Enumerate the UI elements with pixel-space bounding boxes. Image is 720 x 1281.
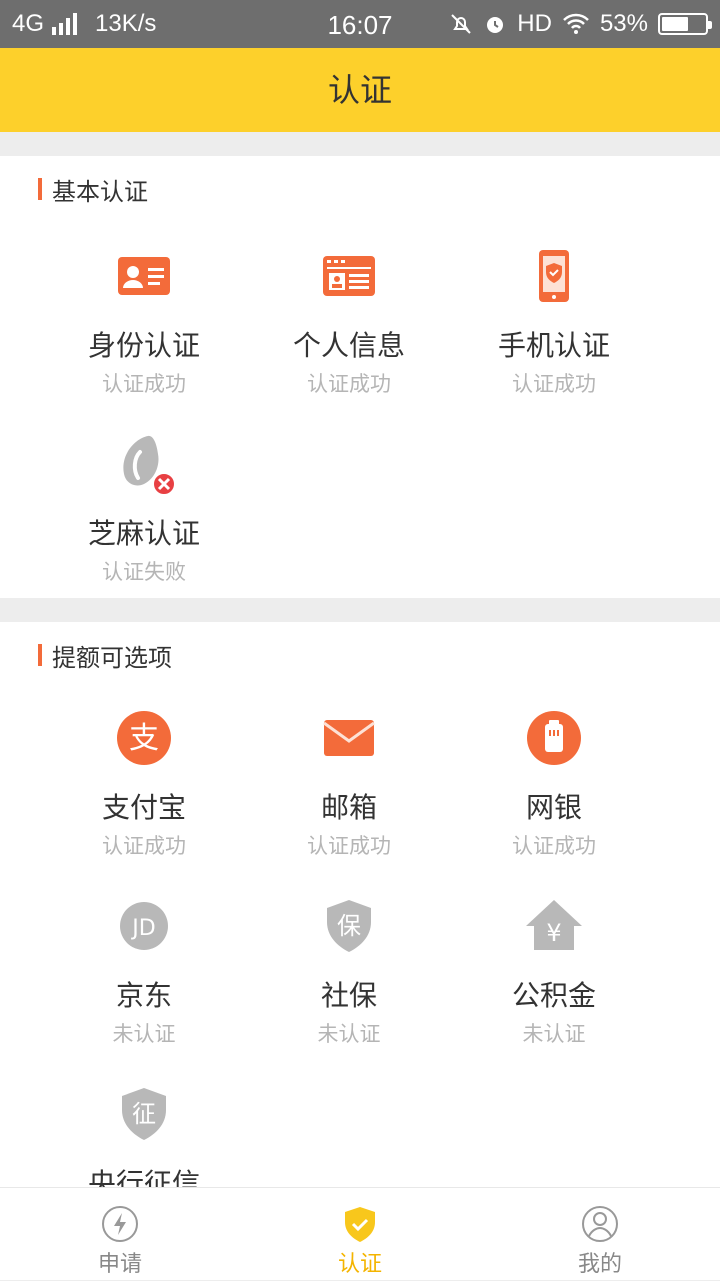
bank-card-icon	[522, 706, 586, 770]
jd-icon: JD	[112, 894, 176, 958]
alipay-glyph: 支	[129, 721, 159, 756]
optional-auth-section: 提额可选项 支 支付宝 认证成功 邮箱 认证成功 网银 认证成功 JD 京东 未…	[0, 622, 720, 1187]
tile-alipay[interactable]: 支 支付宝 认证成功	[34, 706, 254, 860]
tile-status: 未认证	[112, 1022, 176, 1046]
mail-icon	[317, 706, 381, 770]
tile-id-auth[interactable]: 身份认证 认证成功	[34, 244, 254, 398]
shield-check-icon	[340, 1204, 380, 1244]
basic-auth-section: 基本认证 身份认证 认证成功 个人信息 认证成功 手机认证 认证成功 芝麻认证 …	[0, 156, 720, 598]
tile-online-bank[interactable]: 网银 认证成功	[444, 706, 664, 860]
tile-label: 邮箱	[320, 791, 377, 824]
tile-status: 认证成功	[102, 834, 186, 858]
section-title: 提额可选项	[38, 638, 172, 673]
tile-status: 认证成功	[307, 834, 391, 858]
tile-personal-info[interactable]: 个人信息 认证成功	[239, 244, 459, 398]
housing-fund-icon: ¥	[522, 894, 586, 958]
alarm-icon	[487, 17, 504, 33]
tab-apply[interactable]: 申请	[0, 1188, 240, 1281]
tile-housing-fund[interactable]: ¥ 公积金 未认证	[444, 894, 664, 1048]
tile-label: 芝麻认证	[87, 517, 200, 550]
tile-label: 公积金	[511, 979, 596, 1012]
tile-social-security[interactable]: 保 社保 未认证	[239, 894, 459, 1048]
tile-phone-auth[interactable]: 手机认证 认证成功	[444, 244, 664, 398]
bottom-tab-bar: 申请 认证 我的	[0, 1187, 720, 1280]
tile-status: 认证失败	[102, 560, 186, 584]
page-title: 认证	[0, 48, 720, 132]
tile-credit-report[interactable]: 征 央行征信	[34, 1082, 254, 1187]
tab-mine[interactable]: 我的	[480, 1188, 720, 1281]
tab-label: 认证	[337, 1252, 382, 1277]
id-card-icon	[112, 244, 176, 308]
phone-icon	[522, 244, 586, 308]
tile-label: 支付宝	[101, 791, 186, 824]
alipay-icon: 支	[112, 706, 176, 770]
tile-jd[interactable]: JD 京东 未认证	[34, 894, 254, 1048]
tile-sesame-auth[interactable]: 芝麻认证 认证失败	[34, 432, 254, 586]
hd-label: HD	[517, 10, 552, 37]
battery-icon	[658, 13, 712, 35]
tile-status: 未认证	[522, 1022, 586, 1046]
tile-status: 认证成功	[307, 372, 391, 396]
tile-mail[interactable]: 邮箱 认证成功	[239, 706, 459, 860]
sesame-icon	[112, 432, 176, 496]
tile-status: 认证成功	[512, 834, 596, 858]
jd-glyph: JD	[130, 916, 155, 941]
mute-bell-icon	[451, 14, 471, 34]
credit-report-icon: 征	[112, 1082, 176, 1146]
tile-label: 手机认证	[497, 329, 610, 362]
tab-label: 我的	[577, 1252, 622, 1277]
tile-status: 认证成功	[102, 372, 186, 396]
tile-label: 京东	[115, 979, 172, 1012]
credit-report-glyph: 征	[132, 1100, 156, 1128]
tile-status: 认证成功	[512, 372, 596, 396]
tile-label: 央行征信	[87, 1167, 200, 1187]
social-security-glyph: 保	[337, 912, 361, 940]
battery-percent: 53%	[599, 10, 648, 37]
tile-label: 网银	[525, 791, 582, 824]
housing-fund-glyph: ¥	[546, 919, 561, 947]
tile-label: 社保	[320, 979, 377, 1012]
personal-info-icon	[317, 244, 381, 308]
status-bar: 4G 13K/s 16:07 HD 53%	[0, 0, 720, 48]
tile-label: 身份认证	[87, 329, 200, 362]
tile-status: 未认证	[317, 1022, 381, 1046]
tab-auth[interactable]: 认证	[240, 1188, 480, 1281]
tile-label: 个人信息	[292, 329, 405, 362]
section-title: 基本认证	[38, 172, 148, 207]
wifi-icon	[563, 13, 589, 34]
user-icon	[580, 1204, 620, 1244]
social-security-icon: 保	[317, 894, 381, 958]
tab-label: 申请	[97, 1252, 142, 1277]
lightning-icon	[100, 1204, 140, 1244]
